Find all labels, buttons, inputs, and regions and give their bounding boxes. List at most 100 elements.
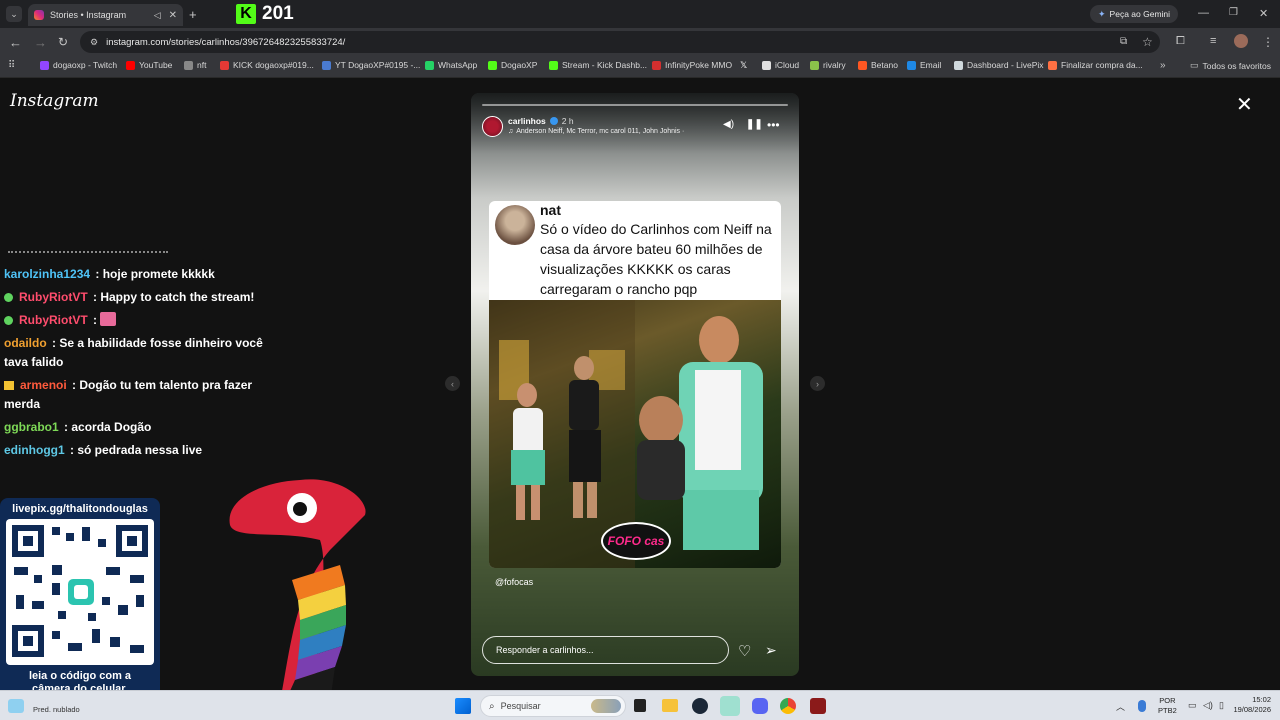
language-indicator[interactable]: POR PTB2 [1158, 696, 1177, 716]
volume-icon[interactable]: ◀) [723, 119, 734, 130]
app-icon[interactable] [810, 698, 826, 714]
folder-icon: ▭ [1190, 60, 1199, 70]
bookmark-item[interactable]: dogaoxp - Twitch [40, 60, 117, 70]
story-user-line: carlinhos 2 h [508, 116, 574, 126]
all-bookmarks-folder[interactable]: ▭ Todos os favoritos [1190, 60, 1271, 71]
story-username[interactable]: carlinhos [508, 116, 546, 126]
like-heart-icon[interactable]: ♡ [738, 642, 751, 660]
tweet-card: nat Só o vídeo do Carlinhos com Neiff na… [489, 201, 781, 568]
bookmarks-bar: ⠿ dogaoxp - Twitch YouTube nft KICK doga… [0, 56, 1280, 78]
reload-icon[interactable]: ↻ [58, 35, 68, 49]
more-bookmarks-icon[interactable]: » [1160, 60, 1166, 71]
bookmark-item[interactable]: Stream - Kick Dashb... [549, 60, 647, 70]
bookmark-item[interactable]: KICK dogaoxp#019... [220, 60, 314, 70]
story-avatar[interactable] [482, 116, 503, 137]
chat-text: : só pedrada nessa live [70, 443, 203, 457]
bookmark-label: iCloud [775, 60, 800, 70]
bookmark-item[interactable]: Email [907, 60, 941, 70]
bookmark-item[interactable]: nft [184, 60, 206, 70]
minimize-window-icon[interactable]: — [1198, 7, 1209, 19]
bookmark-favicon-icon [810, 60, 819, 70]
bookmark-star-icon[interactable]: ☆ [1142, 35, 1153, 49]
extensions-icon[interactable]: ⧠ [1176, 35, 1185, 48]
back-icon[interactable]: ← [9, 35, 22, 50]
bookmark-favicon-icon [652, 60, 661, 70]
taskbar-search[interactable]: ⌕ Pesquisar [480, 695, 626, 717]
profile-avatar[interactable] [1234, 34, 1248, 48]
tray-expand-icon[interactable]: ︿ [1116, 700, 1125, 713]
battery-icon[interactable]: ▯ [1219, 700, 1224, 711]
pause-icon[interactable]: ❚❚ [746, 119, 763, 130]
more-options-icon[interactable]: ••• [767, 118, 780, 132]
tab-instagram[interactable]: Stories • Instagram ◁ ✕ [28, 4, 183, 26]
close-icon[interactable]: ✕ [1236, 92, 1253, 117]
story-frame[interactable]: carlinhos 2 h ♫ Anderson Neiff, Mc Terro… [471, 93, 799, 676]
chrome-menu-icon[interactable]: ⋮ [1262, 35, 1274, 49]
network-icon[interactable]: ▭ [1188, 700, 1197, 711]
tweet-photo: FOFO cas [489, 300, 781, 568]
bookmark-item[interactable]: YT DogaoXP#0195 -... [322, 60, 420, 70]
gemini-button[interactable]: ✦ Peça ao Gemini [1090, 5, 1179, 23]
reply-input[interactable]: Responder a carlinhos... [482, 636, 729, 664]
weather-icon[interactable] [8, 699, 24, 713]
task-view-icon[interactable] [634, 699, 646, 712]
bookmark-item[interactable]: YouTube [126, 60, 172, 70]
volume-tray-icon[interactable]: ◁) [1203, 700, 1213, 711]
story-music[interactable]: ♫ Anderson Neiff, Mc Terror, mc carol 01… [508, 128, 684, 135]
discord-icon[interactable] [752, 698, 768, 714]
chat-username: armenoi [20, 378, 67, 392]
reading-list-icon[interactable]: ≡ [1210, 35, 1216, 47]
tab-list-icon[interactable]: ⌄ [6, 6, 22, 22]
icloud-icon [762, 60, 771, 70]
bookmark-item[interactable]: rivalry [810, 60, 846, 70]
weather-text: Pred. nublado [33, 705, 80, 714]
prev-story-icon[interactable]: ‹ [445, 376, 460, 391]
bookmark-item[interactable]: Dashboard - LivePix [954, 60, 1044, 70]
windows-start-icon[interactable] [455, 698, 471, 714]
url-field[interactable]: ⚙ instagram.com/stories/carlinhos/396726… [80, 31, 1160, 53]
tray-app-icon[interactable] [1138, 700, 1146, 712]
language-code: POR [1159, 696, 1176, 705]
emote-icon [100, 312, 117, 326]
bookmark-item[interactable]: Finalizar compra da... [1048, 60, 1143, 70]
bookmark-item[interactable]: iCloud [762, 60, 799, 70]
new-tab-icon[interactable]: + [189, 7, 197, 22]
clock[interactable]: 15:02 19/08/2026 [1225, 695, 1271, 715]
next-story-icon[interactable]: › [810, 376, 825, 391]
keyboard-layout: PTB2 [1158, 706, 1177, 715]
maximize-window-icon[interactable]: ❐ [1229, 7, 1238, 18]
story-credit[interactable]: @fofocas [495, 577, 533, 587]
windows-taskbar: Pred. nublado ⌕ Pesquisar ︿ POR PTB2 ▭ ◁… [0, 690, 1280, 720]
steam-icon[interactable] [692, 698, 708, 714]
verified-icon [549, 117, 558, 125]
bookmark-item[interactable]: WhatsApp [425, 60, 477, 70]
share-send-icon[interactable]: ➢ [765, 642, 777, 659]
chat-message: RubyRiotVT : [4, 311, 117, 330]
browser-tab-bar: ⌄ Stories • Instagram ◁ ✕ + K 201 ✦ Peça… [0, 0, 1280, 28]
active-app-icon[interactable] [720, 696, 740, 716]
bookmark-item[interactable]: 𝕏 [740, 60, 747, 71]
bookmark-favicon-icon [40, 60, 49, 70]
chat-text: : Happy to catch the stream! [93, 290, 255, 304]
install-app-icon[interactable]: ⧉ [1120, 36, 1127, 47]
close-tab-icon[interactable]: ✕ [169, 10, 177, 21]
close-window-icon[interactable]: ✕ [1259, 7, 1268, 20]
instagram-logo[interactable]: Instagram [10, 91, 99, 111]
forward-icon[interactable]: → [34, 35, 47, 50]
sock-puppet [229, 479, 366, 702]
apps-grid-icon[interactable]: ⠿ [8, 60, 15, 71]
file-explorer-icon[interactable] [662, 699, 678, 712]
kick-favicon-icon [488, 60, 497, 70]
kick-logo-icon: K [236, 4, 256, 24]
bookmark-label: Dashboard - LivePix [967, 60, 1044, 70]
bookmark-favicon-icon [954, 60, 963, 70]
bookmark-item[interactable]: InfinityPoke MMO [652, 60, 732, 70]
bookmark-item[interactable]: Betano [858, 60, 898, 70]
chrome-icon[interactable] [780, 698, 796, 714]
site-info-icon[interactable]: ⚙ [90, 37, 98, 48]
bookmark-label: InfinityPoke MMO [665, 60, 733, 70]
chat-username: RubyRiotVT [19, 313, 88, 327]
bookmark-favicon-icon [858, 60, 867, 70]
bookmark-item[interactable]: DogaoXP [488, 60, 537, 70]
mute-tab-icon[interactable]: ◁ [154, 10, 161, 21]
